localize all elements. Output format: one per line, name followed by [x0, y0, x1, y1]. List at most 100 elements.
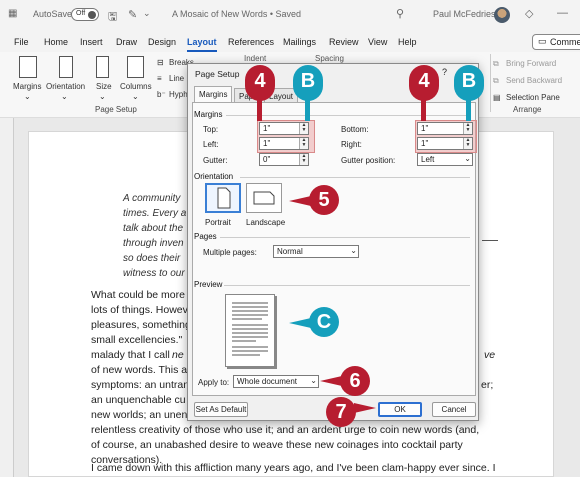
comments-button[interactable]: ▭Commen — [532, 34, 580, 50]
tab-references[interactable]: References — [228, 37, 274, 47]
body-line: relentless creativity of those who use i… — [91, 424, 480, 436]
chevron-down-icon: ⌄ — [464, 154, 471, 163]
tab-home[interactable]: Home — [44, 37, 68, 47]
chevron-down-icon: ⌄ — [310, 376, 317, 385]
body-line: of new words. This a — [91, 364, 188, 376]
text-rule — [482, 240, 498, 241]
bring-forward-button[interactable]: Bring Forward — [506, 59, 556, 68]
callout-pointer — [354, 403, 376, 413]
body-line: of course, an unabashed desire to weave … — [91, 439, 463, 451]
right-label: Right: — [341, 140, 362, 149]
send-backward-button[interactable]: Send Backward — [506, 76, 562, 85]
multiple-pages-select[interactable]: Normal ⌄ — [273, 245, 359, 258]
hyphenation-icon: b⁻ — [157, 90, 166, 99]
hyphenation-button[interactable]: Hyph — [169, 90, 188, 99]
chevron-down-icon[interactable]: ⌄ — [143, 8, 151, 19]
bring-forward-icon: ⧉ — [493, 59, 499, 68]
spacing-label: Spacing — [315, 54, 344, 63]
arrange-group-label: Arrange — [513, 105, 542, 114]
avatar[interactable] — [494, 7, 510, 23]
spinner-arrows-icon: ▲ ▼ — [299, 154, 308, 165]
cancel-button[interactable]: Cancel — [432, 402, 476, 417]
tab-view[interactable]: View — [368, 37, 387, 47]
apply-to-label: Apply to: — [198, 378, 230, 387]
body-fragment: er; — [481, 379, 494, 391]
tab-insert[interactable]: Insert — [80, 37, 103, 47]
comment-icon: ▭ — [538, 36, 547, 46]
landscape-label: Landscape — [246, 218, 286, 227]
spinner-arrows-icon: ▲ ▼ — [463, 123, 472, 134]
callout-b-left: B — [293, 65, 323, 101]
page-preview — [225, 294, 275, 367]
menu-bar: File Home Insert Draw Design Layout Refe… — [0, 32, 580, 52]
line-numbers-button[interactable]: Line — [169, 74, 184, 83]
tab-mailings[interactable]: Mailings — [283, 37, 316, 47]
user-name: Paul McFedries — [433, 9, 496, 19]
autosave-toggle[interactable]: Off — [71, 8, 99, 21]
ribbon-divider — [490, 54, 491, 112]
line-numbers-icon: ≡ — [157, 74, 162, 83]
right-margin-input[interactable]: 1" ▲ ▼ — [417, 137, 473, 150]
body-line: What could be more — [91, 289, 185, 301]
columns-button[interactable]: Columns — [120, 82, 152, 91]
tab-draw[interactable]: Draw — [116, 37, 137, 47]
body-line: symptoms: an untran — [91, 379, 190, 391]
minimize-icon[interactable]: — — [557, 7, 568, 19]
diamond-icon[interactable]: ◇ — [525, 7, 533, 20]
bottom-label: Bottom: — [341, 125, 369, 134]
size-button[interactable]: Size — [96, 82, 112, 91]
autosave-label: AutoSave — [33, 9, 73, 19]
body-line: lots of things. Howev — [91, 304, 188, 316]
quote-line: witness to our — [123, 268, 185, 279]
orientation-icon[interactable] — [59, 56, 73, 78]
body-line: small excellencies." — [91, 334, 183, 346]
set-as-default-button[interactable]: Set As Default — [194, 402, 248, 417]
callout-4-left: 4 — [245, 65, 275, 101]
apply-to-select[interactable]: Whole document ⌄ — [233, 375, 319, 388]
help-icon[interactable]: ? — [442, 67, 447, 77]
chevron-down-icon: ⌄ — [61, 92, 68, 101]
top-label: Top: — [203, 125, 219, 134]
edit-icon[interactable]: ✎ — [128, 8, 137, 21]
callout-5: 5 — [309, 185, 339, 215]
save-icon[interactable]: 🖫 — [108, 8, 117, 27]
body-line: new worlds; an unen — [91, 409, 188, 421]
margins-button[interactable]: Margins — [13, 82, 41, 91]
portrait-option[interactable] — [205, 183, 241, 213]
gutter-position-select[interactable]: Left ⌄ — [417, 153, 473, 166]
left-margin-input[interactable]: 1" ▲ ▼ — [259, 137, 309, 150]
title-bar: ▦ AutoSave Off 🖫 ✎ ⌄ A Mosaic of New Wor… — [0, 0, 580, 32]
tab-design[interactable]: Design — [148, 37, 176, 47]
callout-6: 6 — [340, 366, 370, 396]
size-icon[interactable] — [96, 56, 109, 78]
callout-pointer — [289, 318, 311, 328]
orientation-button[interactable]: Orientation — [46, 82, 85, 91]
tab-margins[interactable]: Margins — [194, 86, 233, 103]
word-logo-icon: ▦ — [8, 8, 18, 19]
spinner-arrows-icon: ▲ ▼ — [299, 123, 308, 134]
top-margin-input[interactable]: 1" ▲ ▼ — [259, 122, 309, 135]
columns-icon[interactable] — [127, 56, 144, 78]
margins-icon[interactable] — [19, 56, 37, 78]
bottom-margin-input[interactable]: 1" ▲ ▼ — [417, 122, 473, 135]
body-line: pleasures, something — [91, 319, 191, 331]
ok-button[interactable]: OK — [378, 402, 422, 417]
callout-4-right: 4 — [409, 65, 439, 101]
search-icon[interactable]: ⚲ — [396, 7, 404, 20]
landscape-option[interactable] — [246, 183, 282, 213]
preview-text-lines — [232, 302, 268, 356]
send-backward-icon: ⧉ — [493, 76, 499, 85]
gutter-input[interactable]: 0" ▲ ▼ — [259, 153, 309, 166]
selection-pane-button[interactable]: Selection Pane — [506, 93, 560, 102]
callout-pointer — [466, 99, 471, 121]
tab-file[interactable]: File — [14, 37, 29, 47]
tab-layout[interactable]: Layout — [187, 37, 217, 52]
tab-review[interactable]: Review — [329, 37, 359, 47]
tab-help[interactable]: Help — [398, 37, 417, 47]
chevron-down-icon: ⌄ — [350, 246, 357, 255]
margins-section-label: Margins — [194, 110, 223, 119]
indent-label: Indent — [244, 54, 267, 63]
page-setup-dialog: Page Setup ? × Margins Paper Layout Marg… — [187, 63, 479, 421]
callout-pointer — [421, 99, 426, 121]
body-fragment: ve — [484, 349, 496, 361]
